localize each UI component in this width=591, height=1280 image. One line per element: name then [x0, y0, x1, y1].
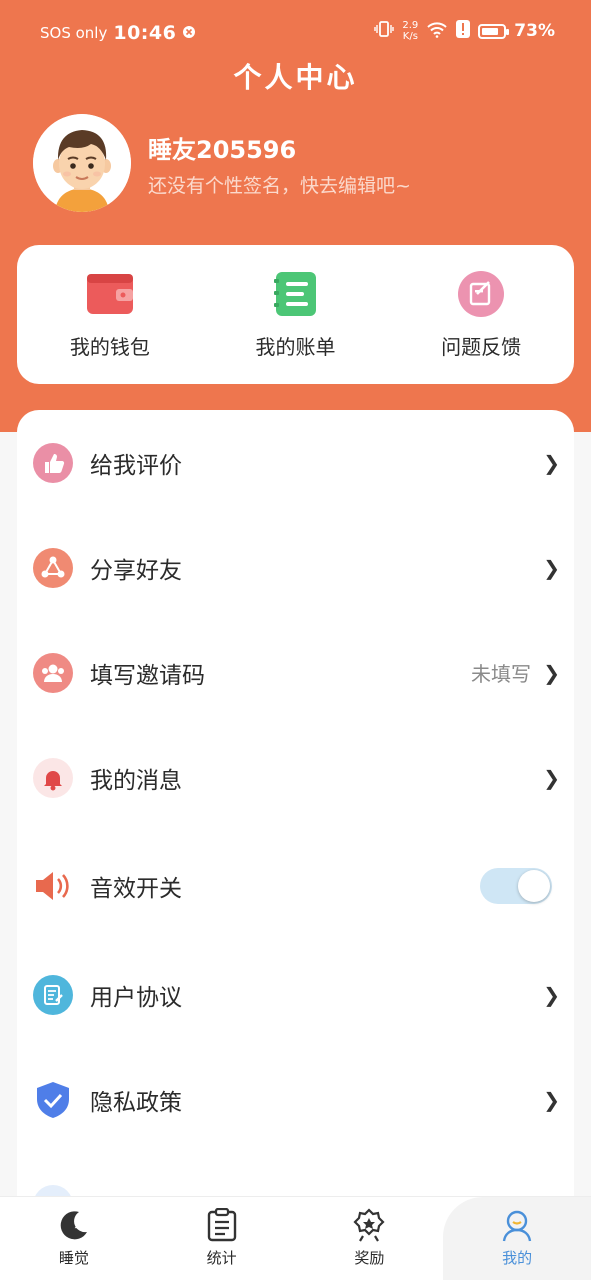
- shield-icon: [33, 1080, 73, 1120]
- tab-stats[interactable]: 统计: [148, 1197, 296, 1280]
- avatar[interactable]: [33, 114, 131, 212]
- wifi-icon: [426, 20, 448, 42]
- clipboard-icon: [204, 1207, 240, 1243]
- feedback-label: 问题反馈: [441, 335, 522, 359]
- bell-icon: [33, 757, 73, 798]
- menu-label-share: 分享好友: [90, 557, 182, 584]
- clock: 10:46: [113, 22, 177, 44]
- wallet-label: 我的钱包: [69, 335, 150, 359]
- signature[interactable]: 还没有个性签名，快去编辑吧~: [148, 171, 411, 198]
- bill-icon: [271, 269, 321, 319]
- thumbs-up-icon: [33, 442, 73, 483]
- bill-label: 我的账单: [255, 335, 336, 359]
- menu-item-agreement[interactable]: 用户协议 ❯: [17, 942, 574, 1047]
- chevron-right-icon: ❯: [543, 1087, 560, 1112]
- chevron-right-icon: ❯: [543, 555, 560, 580]
- speaker-icon: [33, 866, 73, 906]
- menu-label-sound: 音效开关: [90, 875, 182, 902]
- menu-item-share[interactable]: 分享好友 ❯: [17, 515, 574, 620]
- menu-label-messages: 我的消息: [90, 767, 182, 794]
- menu-item-invite[interactable]: 填写邀请码 未填写 ❯: [17, 620, 574, 725]
- sound-toggle[interactable]: [480, 867, 552, 904]
- share-icon: [33, 547, 73, 588]
- tab-me[interactable]: 我的: [443, 1197, 591, 1280]
- chevron-right-icon: ❯: [543, 765, 560, 790]
- menu-label-privacy: 隐私政策: [90, 1089, 182, 1116]
- chevron-right-icon: ❯: [543, 450, 560, 475]
- carrier-text: SOS only: [40, 24, 108, 42]
- page-title: 个人中心: [233, 61, 358, 94]
- tab-sleep[interactable]: 睡觉: [0, 1197, 148, 1280]
- menu-label-rate: 给我评价: [90, 452, 182, 479]
- chevron-right-icon: ❯: [543, 982, 560, 1007]
- feedback-icon: [456, 269, 506, 319]
- quick-actions-card: 我的钱包 我的账单 问题反馈: [17, 245, 574, 384]
- tab-label-sleep: 睡觉: [58, 1249, 89, 1267]
- status-right: 2.9 K/s 73%: [374, 20, 555, 42]
- net-speed-value: 2.9: [402, 20, 419, 31]
- username[interactable]: 睡友205596: [148, 130, 296, 165]
- net-speed: 2.9 K/s: [402, 20, 418, 42]
- profile-icon: [499, 1207, 535, 1243]
- invite-icon: [33, 652, 73, 693]
- menu-label-agreement: 用户协议: [90, 984, 182, 1011]
- alert-icon: [456, 20, 471, 42]
- menu-item-privacy[interactable]: 隐私政策 ❯: [17, 1047, 574, 1152]
- tab-label-rewards: 奖励: [354, 1249, 385, 1267]
- menu-item-rate[interactable]: 给我评价 ❯: [17, 410, 574, 515]
- settings-menu: 给我评价 ❯ 分享好友 ❯ 填写邀请码 未填写 ❯ 我的消息 ❯ 音效开关 用户…: [17, 410, 574, 1210]
- menu-item-sound: 音效开关: [17, 833, 574, 938]
- wallet-icon: [85, 269, 135, 319]
- status-left: SOS only 10:46: [40, 22, 196, 44]
- net-speed-unit: K/s: [402, 31, 418, 42]
- tab-rewards[interactable]: 奖励: [296, 1197, 444, 1280]
- tab-label-stats: 统计: [206, 1249, 237, 1267]
- moon-icon: [56, 1207, 92, 1243]
- chevron-right-icon: ❯: [543, 660, 560, 685]
- wallet-button[interactable]: 我的钱包: [17, 245, 203, 384]
- menu-item-messages[interactable]: 我的消息 ❯: [17, 725, 574, 830]
- bill-button[interactable]: 我的账单: [203, 245, 389, 384]
- feedback-button[interactable]: 问题反馈: [388, 245, 574, 384]
- vibrate-icon: [374, 20, 395, 42]
- battery-percent: 73%: [514, 21, 555, 41]
- battery-icon: [478, 23, 510, 39]
- status-bar: SOS only 10:46 2.9 K/s 73%: [0, 0, 591, 64]
- document-icon: [33, 974, 73, 1015]
- invite-status: 未填写: [471, 662, 531, 686]
- bottom-tab-bar: 睡觉 统计 奖励 我的: [0, 1196, 591, 1280]
- tab-label-me: 我的: [502, 1249, 533, 1267]
- badge-icon: [351, 1207, 387, 1243]
- vpn-icon: [182, 24, 196, 43]
- toggle-knob: [518, 869, 550, 902]
- menu-label-invite: 填写邀请码: [90, 662, 205, 689]
